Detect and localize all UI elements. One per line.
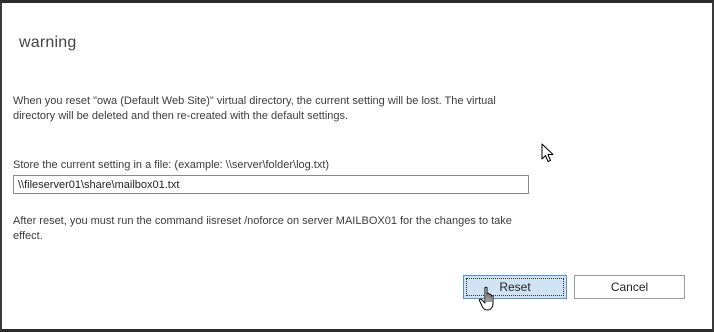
file-path-input[interactable] [13, 175, 529, 194]
arrow-cursor-icon [541, 143, 554, 162]
store-setting-label: Store the current setting in a file: (ex… [13, 159, 330, 171]
warning-dialog: warning When you reset "owa (Default Web… [0, 0, 714, 332]
cancel-button[interactable]: Cancel [574, 275, 685, 299]
dialog-title: warning [19, 34, 77, 51]
reset-button-label: Reset [499, 280, 531, 294]
hand-cursor-icon [478, 286, 494, 311]
cancel-button-label: Cancel [610, 280, 649, 294]
after-reset-message: After reset, you must run the command ii… [13, 215, 512, 242]
warning-message: When you reset "owa (Default Web Site)" … [13, 95, 496, 122]
